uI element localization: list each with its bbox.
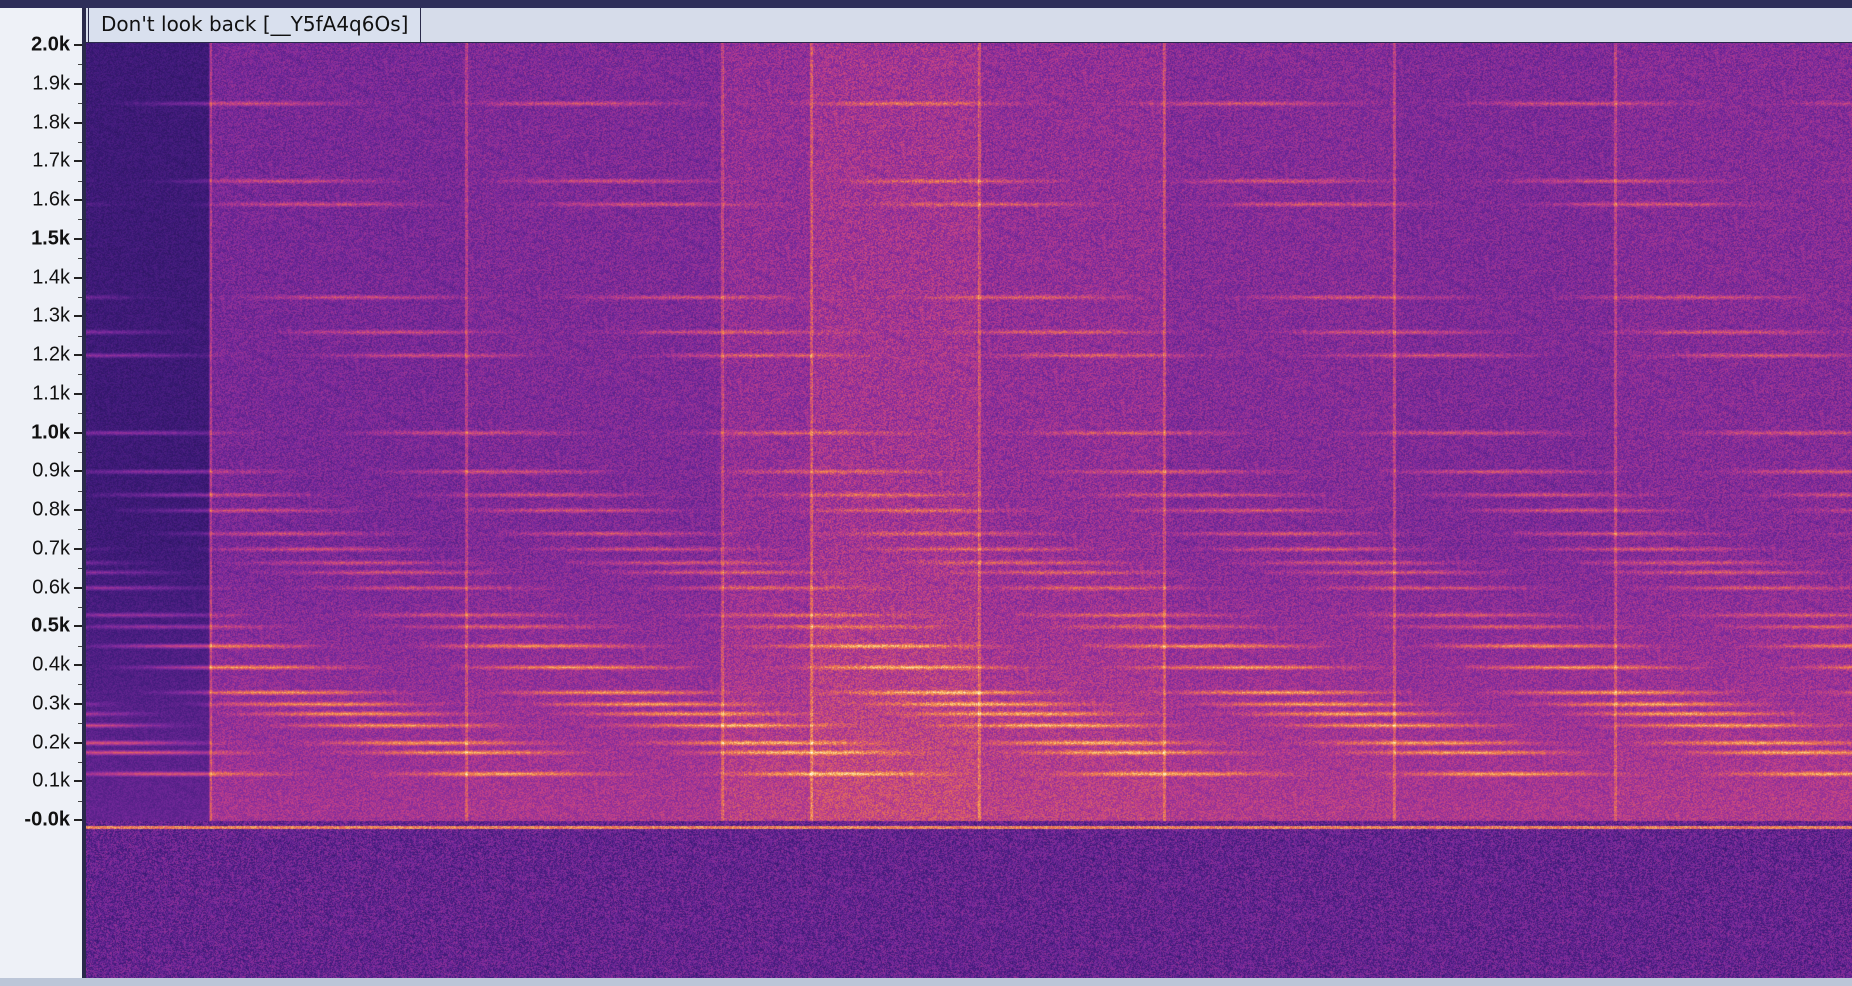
audio-track[interactable]: Don't look back [__Y5fA4q6Os] <box>84 8 1852 978</box>
ruler-minor-tick <box>78 141 82 143</box>
ruler-tick-mark <box>74 819 82 821</box>
ruler-minor-tick <box>78 451 82 453</box>
ruler-tick-label: -0.0k <box>24 808 70 831</box>
window-top-border <box>0 0 1852 8</box>
ruler-minor-tick <box>78 103 82 105</box>
ruler-tick-label: 0.9k <box>32 459 70 482</box>
ruler-tick-mark <box>74 392 82 395</box>
ruler-tick-mark <box>74 160 82 163</box>
ruler-minor-tick <box>78 374 82 376</box>
ruler-minor-tick <box>78 413 82 415</box>
ruler-minor-tick <box>78 490 82 492</box>
ruler-tick-label: 0.4k <box>32 653 70 676</box>
track-title[interactable]: Don't look back [__Y5fA4q6Os] <box>88 8 422 43</box>
ruler-tick-label: 1.3k <box>32 304 70 327</box>
ruler-tick-label: 0.8k <box>32 498 70 521</box>
ruler-minor-tick <box>78 529 82 531</box>
ruler-tick-label: 1.4k <box>32 266 70 288</box>
ruler-minor-tick <box>78 645 82 647</box>
ruler-tick-mark <box>74 547 82 550</box>
ruler-tick-mark <box>74 82 82 85</box>
ruler-tick-mark <box>74 470 82 473</box>
ruler-tick-mark <box>74 780 82 783</box>
ruler-tick-mark <box>74 664 82 666</box>
ruler-tick-mark <box>74 44 82 46</box>
ruler-minor-tick <box>78 723 82 725</box>
ruler-tick-label: 1.0k <box>31 421 70 443</box>
ruler-minor-tick <box>78 180 82 182</box>
ruler-minor-tick <box>78 606 82 608</box>
ruler-tick-label: 1.8k <box>32 111 70 133</box>
ruler-tick-label: 1.1k <box>32 382 70 405</box>
ruler-tick-mark <box>74 702 82 705</box>
ruler-tick-label: 2.0k <box>31 33 70 56</box>
ruler-minor-tick <box>78 219 82 221</box>
ruler-tick-label: 1.2k <box>32 343 70 366</box>
ruler-tick-mark <box>74 354 82 356</box>
ruler-minor-tick <box>78 761 82 763</box>
audio-editor-window: 2.0k 1.9k 1.8k 1.7k 1.6k 1.5k 1.4k 1.3k 1.2k 1.1k… <box>0 0 1852 986</box>
ruler-minor-tick <box>78 296 82 298</box>
ruler-tick-label: 1.5k <box>31 227 70 250</box>
ruler-tick-mark <box>74 315 82 318</box>
ruler-tick-mark <box>74 741 82 744</box>
ruler-tick-mark <box>74 237 82 240</box>
ruler-tick-label: 0.6k <box>32 576 70 598</box>
ruler-tick-label: 0.3k <box>32 692 70 715</box>
ruler-tick-label: 0.5k <box>31 614 70 637</box>
ruler-tick-label: 0.1k <box>32 769 70 792</box>
ruler-tick-mark <box>74 199 82 201</box>
ruler-minor-tick <box>78 335 82 337</box>
ruler-tick-mark <box>74 431 82 434</box>
ruler-tick-label: 1.6k <box>32 188 70 211</box>
ruler-minor-tick <box>78 258 82 260</box>
window-bottom-border <box>0 978 1852 986</box>
ruler-tick-label: 1.9k <box>32 72 70 95</box>
ruler-tick-mark <box>74 625 82 628</box>
ruler-minor-tick <box>78 684 82 686</box>
ruler-tick-label: 0.7k <box>32 537 70 560</box>
frequency-ruler[interactable]: 2.0k 1.9k 1.8k 1.7k 1.6k 1.5k 1.4k 1.3k 1.2k 1.1k… <box>0 8 84 986</box>
ruler-minor-tick <box>78 64 82 66</box>
ruler-tick-mark <box>74 586 82 589</box>
ruler-tick-mark <box>74 276 82 279</box>
ruler-tick-label: 0.2k <box>32 731 70 753</box>
spectrogram-view[interactable] <box>86 42 1852 978</box>
ruler-tick-label: 1.7k <box>32 149 70 172</box>
ruler-minor-tick <box>78 568 82 570</box>
ruler-tick-mark <box>74 509 82 511</box>
ruler-tick-mark <box>74 121 82 124</box>
ruler-minor-tick <box>78 800 82 802</box>
